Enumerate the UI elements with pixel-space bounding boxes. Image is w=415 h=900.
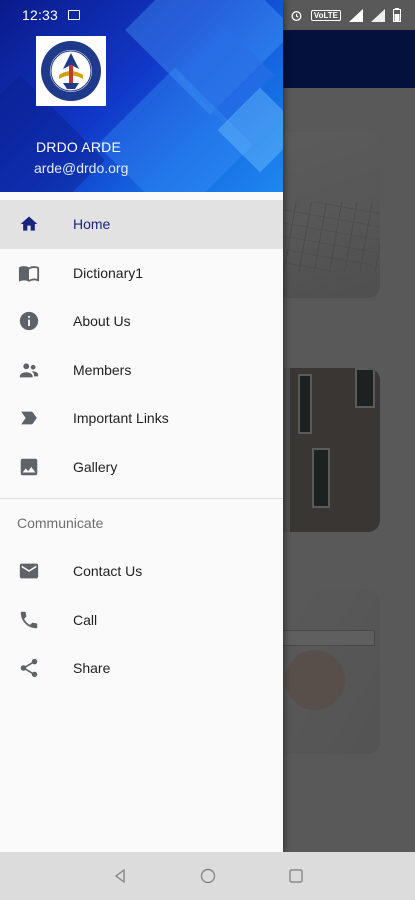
volte-badge: VoLTE [310,9,341,21]
drawer-user-name: DRDO ARDE [36,139,122,155]
menu-item-label: Important Links [73,410,169,427]
menu-item-important-links[interactable]: Important Links [0,394,283,443]
signal-icon [349,8,363,22]
info-icon [17,309,41,333]
phone-icon [17,608,41,632]
menu-item-gallery[interactable]: Gallery [0,443,283,492]
nav-recents-button[interactable] [286,866,306,886]
menu-item-label: Gallery [73,458,118,475]
signal-icon-2 [371,8,385,22]
image-notification-icon [68,10,81,20]
home-circle-icon [200,868,215,884]
home-icon [17,212,41,236]
drdo-logo [36,36,106,106]
menu-item-call[interactable]: Call [0,596,283,645]
battery-icon [393,8,401,22]
menu-item-label: Members [73,361,132,378]
people-icon [17,358,41,382]
recents-square-icon [288,869,303,883]
navigation-drawer: DRDO ARDE arde@drdo.org Home Dictionary1… [0,0,283,852]
menu-item-members[interactable]: Members [0,346,283,395]
menu-item-label: Dictionary1 [73,264,144,281]
back-triangle-icon [114,868,125,884]
menu-item-dictionary[interactable]: Dictionary1 [0,249,283,298]
nav-home-button[interactable] [198,866,218,886]
menu-item-about-us[interactable]: About Us [0,297,283,346]
menu-item-label: Contact Us [73,563,143,580]
menu-item-label: About Us [73,313,131,330]
image-icon [17,455,41,479]
status-time: 12:33 [22,7,59,23]
share-icon [17,656,41,680]
alarm-icon [291,10,302,21]
nav-back-button[interactable] [110,866,130,886]
drawer-menu: Home Dictionary1 About Us Members Import… [0,200,283,693]
status-bar: 12:33 VoLTE [0,0,415,30]
menu-item-label: Home [73,216,111,233]
book-icon [17,261,41,285]
section-header-communicate: Communicate [17,515,104,531]
mail-icon [17,559,41,583]
menu-item-share[interactable]: Share [0,644,283,693]
drawer-user-email: arde@drdo.org [34,160,129,176]
system-navigation-bar [0,852,415,900]
menu-item-contact-us[interactable]: Contact Us [0,547,283,596]
menu-item-label: Share [73,660,111,677]
label-icon [17,406,41,430]
menu-item-label: Call [73,611,98,628]
menu-item-home[interactable]: Home [0,200,283,249]
